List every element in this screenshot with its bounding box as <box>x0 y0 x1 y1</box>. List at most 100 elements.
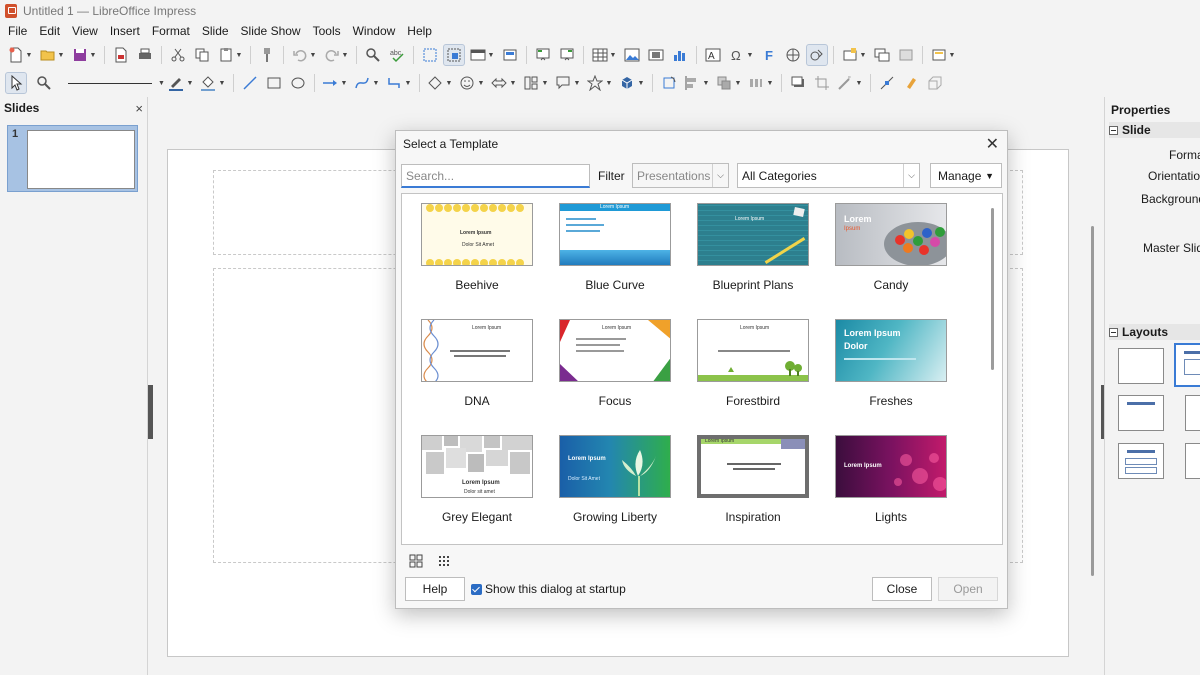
block-arrows-button[interactable]: ▼ <box>489 72 519 94</box>
menu-file[interactable]: File <box>2 24 33 38</box>
lines-arrows-button[interactable]: ▼ <box>320 72 350 94</box>
insert-image-button[interactable] <box>621 44 643 66</box>
insert-rectangle-button[interactable] <box>263 72 285 94</box>
thumbnail-view-icon[interactable] <box>409 554 423 568</box>
master-slide-button[interactable] <box>499 44 521 66</box>
curves-button[interactable]: ▼ <box>352 72 382 94</box>
align-objects-button[interactable]: ▼ <box>682 72 712 94</box>
template-grey-elegant[interactable]: Lorem Ipsum Dolor sit amet Grey Elegant <box>421 435 533 524</box>
template-freshes[interactable]: Lorem Ipsum Dolor Freshes <box>835 319 947 408</box>
glue-points-button[interactable] <box>900 72 922 94</box>
manage-button[interactable]: Manage ▼ <box>930 163 1002 188</box>
points-button[interactable] <box>876 72 898 94</box>
duplicate-slide-button[interactable] <box>871 44 893 66</box>
line-style-arrow[interactable]: ▼ <box>158 80 165 87</box>
cut-button[interactable] <box>167 44 189 66</box>
layout-centered-text[interactable] <box>1185 395 1200 431</box>
layouts-section-header[interactable]: Layouts <box>1109 324 1200 340</box>
undo-button[interactable]: ▼ <box>289 44 319 66</box>
fill-color-button[interactable]: ▼ <box>198 72 228 94</box>
select-tool-button[interactable] <box>5 72 27 94</box>
filter-category-select[interactable]: All Categories ⌵ <box>737 163 920 188</box>
callouts-button[interactable]: ▼ <box>553 72 583 94</box>
new-document-button[interactable]: ▼ <box>5 44 35 66</box>
display-grid-button[interactable] <box>419 44 441 66</box>
redo-button[interactable]: ▼ <box>321 44 351 66</box>
template-blue-curve[interactable]: Lorem Ipsum Blue Curve <box>559 203 671 292</box>
insert-textbox-button[interactable]: A <box>702 44 724 66</box>
filter-application-select[interactable]: Presentations ⌵ <box>632 163 729 188</box>
basic-shapes-button[interactable]: ▼ <box>425 72 455 94</box>
print-button[interactable] <box>134 44 156 66</box>
copy-button[interactable] <box>191 44 213 66</box>
menu-tools[interactable]: Tools <box>307 24 347 38</box>
stars-button[interactable]: ▼ <box>585 72 615 94</box>
start-first-slide-button[interactable] <box>532 44 554 66</box>
line-color-button[interactable]: ▼ <box>166 72 196 94</box>
template-grid[interactable]: Lorem Ipsum Dolor Sit Amet Beehive Lorem… <box>401 193 1003 545</box>
menu-view[interactable]: View <box>66 24 104 38</box>
connectors-button[interactable]: ▼ <box>384 72 414 94</box>
flowchart-button[interactable]: ▼ <box>521 72 551 94</box>
menu-edit[interactable]: Edit <box>33 24 66 38</box>
new-slide-button[interactable]: ▼ <box>839 44 869 66</box>
open-button[interactable]: ▼ <box>37 44 67 66</box>
crop-button[interactable] <box>811 72 833 94</box>
special-character-button[interactable]: Ω ▼ <box>726 44 756 66</box>
help-button[interactable]: Help <box>405 577 465 601</box>
helplines-button[interactable] <box>443 44 465 66</box>
line-style-selector[interactable] <box>68 82 152 84</box>
checkbox-checked-icon[interactable] <box>471 583 482 595</box>
close-button[interactable]: Close <box>872 577 932 601</box>
find-replace-button[interactable] <box>362 44 384 66</box>
open-button[interactable]: Open <box>938 577 998 601</box>
slides-pane-collapse-handle[interactable] <box>148 385 153 439</box>
export-pdf-button[interactable] <box>110 44 132 66</box>
layout-title-only[interactable] <box>1118 395 1164 431</box>
menu-insert[interactable]: Insert <box>104 24 146 38</box>
template-inspiration[interactable]: Lorem Ipsum Inspiration <box>697 435 809 524</box>
save-button[interactable]: ▼ <box>69 44 99 66</box>
display-views-button[interactable]: ▼ <box>467 44 497 66</box>
template-focus[interactable]: Lorem Ipsum Focus <box>559 319 671 408</box>
template-search-input[interactable] <box>401 164 590 188</box>
menu-slide-show[interactable]: Slide Show <box>235 24 307 38</box>
clone-formatting-button[interactable] <box>256 44 278 66</box>
insert-chart-button[interactable] <box>669 44 691 66</box>
template-growing-liberty[interactable]: Lorem Ipsum Dolor Sit Amet Growing Liber… <box>559 435 671 524</box>
3d-objects-button[interactable]: ▼ <box>617 72 647 94</box>
zoom-pan-button[interactable] <box>29 72 59 94</box>
layout-title-content[interactable] <box>1174 343 1200 387</box>
toggle-extrusion-button[interactable] <box>924 72 946 94</box>
template-lights[interactable]: Lorem Ipsum Lights <box>835 435 947 524</box>
show-at-startup-checkbox[interactable]: Show this dialog at startup <box>471 582 626 596</box>
menu-window[interactable]: Window <box>347 24 402 38</box>
delete-slide-button[interactable] <box>895 44 917 66</box>
menu-help[interactable]: Help <box>401 24 438 38</box>
template-grid-scrollbar[interactable] <box>991 208 994 370</box>
insert-line-button[interactable] <box>239 72 261 94</box>
arrange-button[interactable]: ▼ <box>714 72 744 94</box>
template-blueprint-plans[interactable]: Lorem Ipsum Blueprint Plans <box>697 203 809 292</box>
layout-blank[interactable] <box>1118 348 1164 384</box>
template-beehive[interactable]: Lorem Ipsum Dolor Sit Amet Beehive <box>421 203 533 292</box>
slide-section-header[interactable]: Slide <box>1109 122 1200 138</box>
close-slides-pane-button[interactable]: × <box>135 101 143 116</box>
slide-layout-button[interactable]: ▼ <box>928 44 958 66</box>
symbol-shapes-button[interactable]: ▼ <box>457 72 487 94</box>
menu-slide[interactable]: Slide <box>196 24 235 38</box>
template-forestbird[interactable]: Lorem Ipsum Forestbird <box>697 319 809 408</box>
shadow-button[interactable] <box>787 72 809 94</box>
slide-thumbnail-1[interactable]: 1 <box>7 125 138 192</box>
hyperlink-button[interactable] <box>782 44 804 66</box>
spelling-button[interactable]: abc <box>386 44 408 66</box>
template-dna[interactable]: Lorem Ipsum DNA <box>421 319 533 408</box>
template-candy[interactable]: Lorem Ipsum Candy <box>835 203 947 292</box>
paste-button[interactable]: ▼ <box>215 44 245 66</box>
filter-button[interactable]: ▼ <box>835 72 865 94</box>
layout-title-two-content[interactable] <box>1118 443 1164 479</box>
menu-format[interactable]: Format <box>146 24 196 38</box>
show-draw-functions-button[interactable] <box>806 44 828 66</box>
work-area-scrollbar[interactable] <box>1091 226 1094 576</box>
start-current-slide-button[interactable] <box>556 44 578 66</box>
